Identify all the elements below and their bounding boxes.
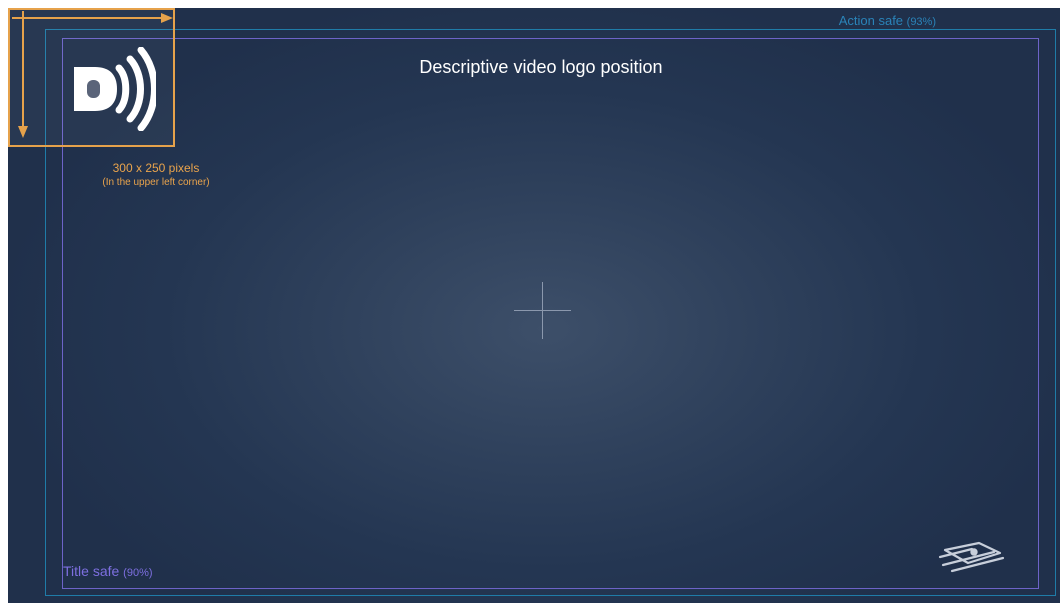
safe-area-diagram: Action safe (93%) Title safe (90%) Descr… bbox=[8, 8, 1060, 603]
broadcast-logo-watermark-icon bbox=[938, 541, 1005, 573]
title-safe-label: Title safe (90%) bbox=[63, 563, 153, 582]
logo-dimension-label: 300 x 250 pixels (In the upper left corn… bbox=[72, 161, 240, 189]
action-safe-label-text: Action safe bbox=[838, 13, 907, 28]
diagram-title: Descriptive video logo position bbox=[419, 57, 663, 77]
crosshair-icon bbox=[514, 282, 571, 339]
logo-size-label: 300 x 250 pixels bbox=[112, 161, 200, 175]
logo-position-label: (In the upper left corner) bbox=[102, 177, 210, 188]
title-safe-label-percent: (90%) bbox=[123, 567, 153, 579]
action-safe-label: Action safe (93%) bbox=[839, 13, 936, 30]
action-safe-label-percent: (93%) bbox=[906, 16, 936, 28]
title-safe-label-text: Title safe bbox=[63, 563, 124, 579]
